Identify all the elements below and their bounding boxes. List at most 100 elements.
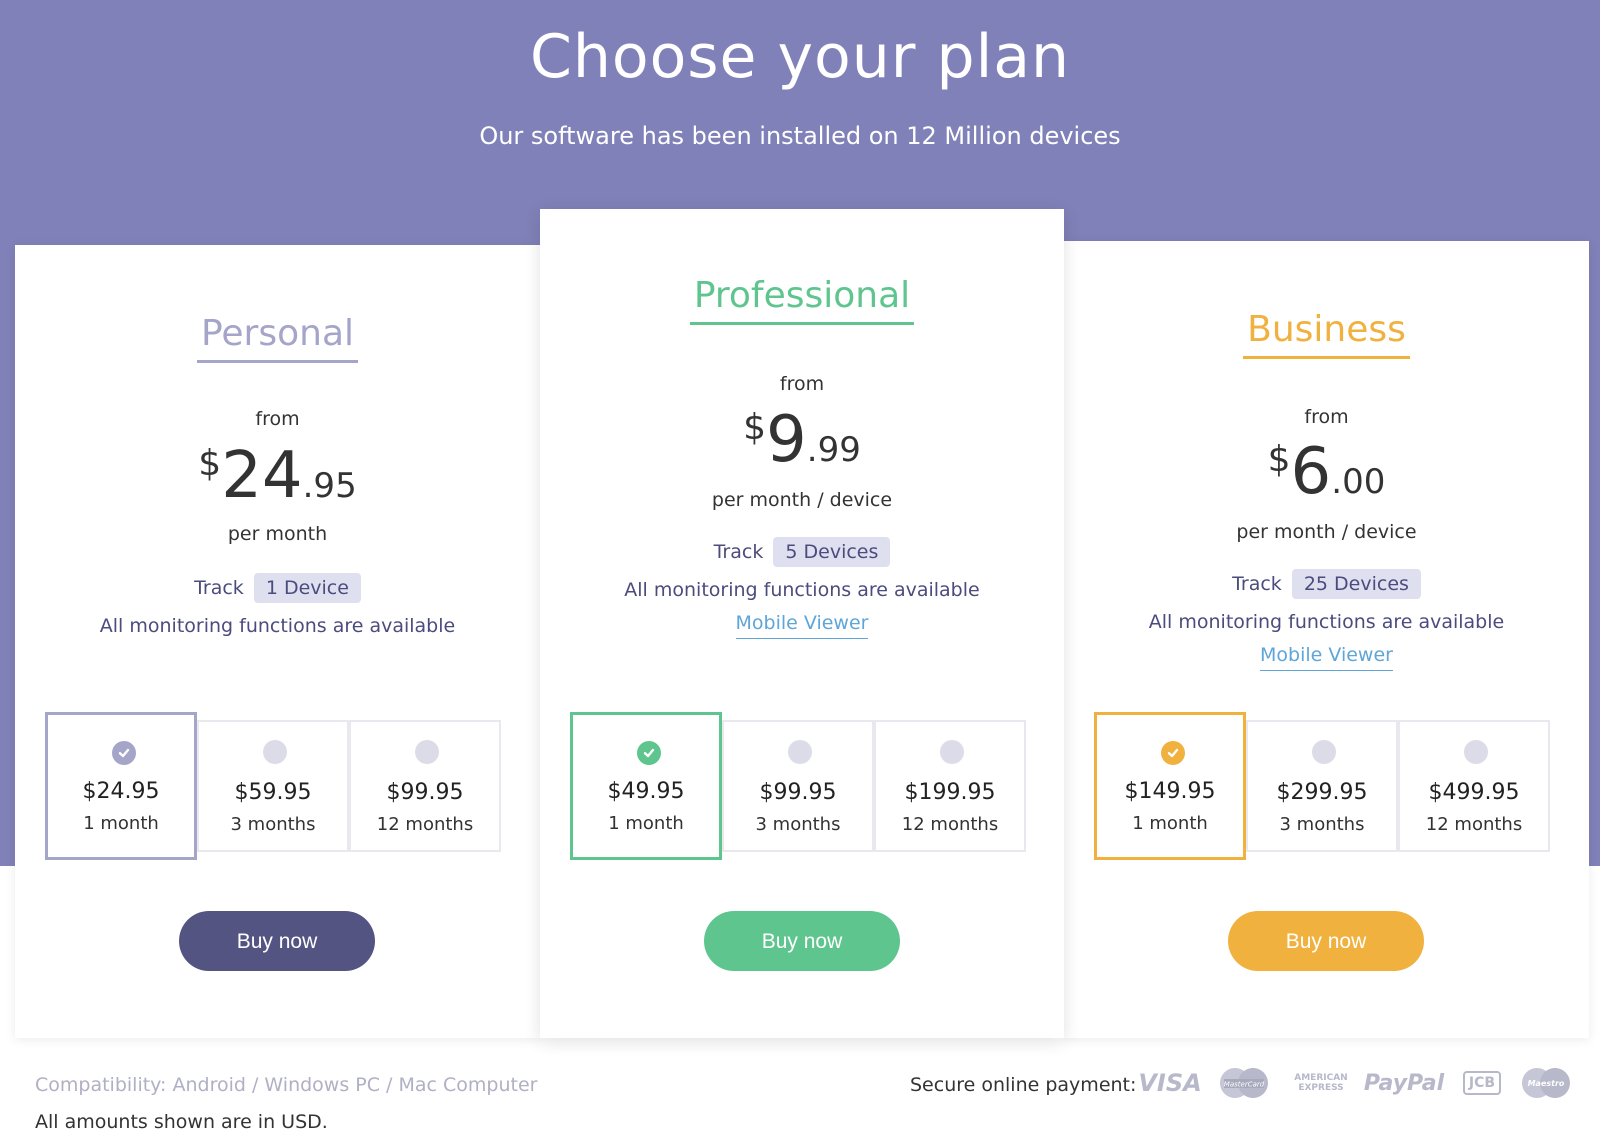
- plan-price: $6.00: [1064, 437, 1589, 507]
- price-period: per month / device: [711, 489, 893, 511]
- maestro-text: Maestro: [1528, 1079, 1565, 1088]
- billing-options: $149.95 1 month $299.95 3 months $499.95…: [1094, 712, 1550, 860]
- track-line: Track 5 Devices: [540, 537, 1064, 567]
- buy-now-button[interactable]: Buy now: [179, 911, 375, 971]
- price-cents: .00: [1331, 462, 1386, 502]
- from-label: from: [1304, 406, 1349, 428]
- radio-icon: [263, 740, 287, 764]
- mobile-viewer-wrap: Mobile Viewer: [540, 612, 1064, 639]
- mastercard-icon: MasterCard: [1218, 1064, 1270, 1102]
- plan-name-wrap: Business: [1064, 309, 1589, 359]
- billing-option-1-month[interactable]: $49.95 1 month: [570, 712, 722, 860]
- billing-option-3-months[interactable]: $59.95 3 months: [197, 720, 349, 852]
- option-period: 3 months: [755, 814, 841, 835]
- plan-name-wrap: Professional: [540, 275, 1064, 325]
- radio-icon: [415, 740, 439, 764]
- currency-note: All amounts shown are in USD.: [35, 1111, 328, 1133]
- billing-option-3-months[interactable]: $99.95 3 months: [722, 720, 874, 852]
- price-currency: $: [743, 407, 767, 448]
- functions-text: All monitoring functions are available: [99, 615, 456, 637]
- mastercard-text: MasterCard: [1224, 1081, 1265, 1089]
- radio-icon: [788, 740, 812, 764]
- radio-icon: [940, 740, 964, 764]
- option-amount: $99.95: [759, 780, 837, 805]
- buy-now-button[interactable]: Buy now: [704, 911, 900, 971]
- amex-icon: AMERICAN EXPRESS: [1288, 1064, 1354, 1102]
- option-amount: $49.95: [607, 779, 685, 804]
- plan-card-professional: Professional from $9.99 per month / devi…: [540, 209, 1064, 1038]
- billing-option-12-months[interactable]: $199.95 12 months: [874, 720, 1026, 852]
- billing-option-1-month[interactable]: $24.95 1 month: [45, 712, 197, 860]
- track-line: Track 1 Device: [15, 573, 540, 603]
- check-icon: [112, 741, 136, 765]
- billing-options: $24.95 1 month $59.95 3 months $99.95 12…: [45, 712, 501, 860]
- payment-label: Secure online payment:: [910, 1074, 1137, 1096]
- from-label: from: [779, 373, 825, 395]
- billing-option-12-months[interactable]: $99.95 12 months: [349, 720, 501, 852]
- price-cents: .99: [806, 430, 861, 470]
- plan-card-personal: Personal from $24.95 per month Track 1 D…: [15, 245, 540, 1038]
- devices-badge: 25 Devices: [1291, 569, 1421, 599]
- from-label: from: [255, 408, 300, 430]
- price-period: per month / device: [1236, 521, 1417, 543]
- visa-icon: VISA: [1138, 1069, 1202, 1097]
- option-period: 3 months: [1279, 814, 1365, 835]
- price-integer: 6: [1290, 435, 1332, 509]
- jcb-icon: JCB: [1458, 1064, 1506, 1102]
- option-period: 3 months: [230, 814, 316, 835]
- option-period: 12 months: [1425, 814, 1523, 835]
- plan-name: Business: [1243, 309, 1410, 359]
- plan-price: $9.99: [540, 405, 1064, 475]
- mobile-viewer-link[interactable]: Mobile Viewer: [735, 612, 869, 639]
- plan-price: $24.95: [15, 441, 540, 511]
- functions-text: All monitoring functions are available: [624, 579, 980, 601]
- mobile-viewer-wrap: Mobile Viewer: [1064, 644, 1589, 671]
- mobile-viewer-link[interactable]: Mobile Viewer: [1260, 644, 1393, 671]
- option-period: 12 months: [376, 814, 474, 835]
- price-currency: $: [1267, 439, 1291, 480]
- track-label: Track: [194, 577, 244, 599]
- functions-text: All monitoring functions are available: [1148, 611, 1505, 633]
- plan-name: Professional: [689, 275, 915, 325]
- track-line: Track 25 Devices: [1064, 569, 1589, 599]
- plan-card-business: Business from $6.00 per month / device T…: [1064, 241, 1589, 1038]
- option-amount: $299.95: [1276, 780, 1368, 805]
- paypal-icon: PayPal: [1363, 1070, 1445, 1096]
- plan-name-wrap: Personal: [15, 313, 540, 363]
- buy-now-button[interactable]: Buy now: [1228, 911, 1424, 971]
- option-period: 12 months: [901, 814, 999, 835]
- option-period: 1 month: [608, 813, 684, 834]
- billing-option-12-months[interactable]: $499.95 12 months: [1398, 720, 1550, 852]
- track-label: Track: [1232, 573, 1282, 595]
- billing-option-1-month[interactable]: $149.95 1 month: [1094, 712, 1246, 860]
- price-integer: 9: [766, 403, 807, 477]
- radio-icon: [1312, 740, 1336, 764]
- jcb-text: JCB: [1462, 1071, 1502, 1095]
- check-icon: [637, 741, 661, 765]
- page-title: Choose your plan: [529, 22, 1071, 92]
- option-amount: $199.95: [904, 780, 996, 805]
- price-currency: $: [198, 443, 222, 484]
- maestro-icon: Maestro: [1520, 1064, 1572, 1102]
- price-period: per month: [227, 523, 328, 545]
- devices-badge: 1 Device: [253, 573, 361, 603]
- option-amount: $99.95: [386, 780, 464, 805]
- track-label: Track: [713, 541, 764, 563]
- billing-options: $49.95 1 month $99.95 3 months $199.95 1…: [570, 712, 1026, 860]
- check-icon: [1161, 741, 1185, 765]
- billing-option-3-months[interactable]: $299.95 3 months: [1246, 720, 1398, 852]
- radio-icon: [1464, 740, 1488, 764]
- option-period: 1 month: [83, 813, 159, 834]
- option-amount: $499.95: [1428, 780, 1520, 805]
- price-integer: 24: [221, 439, 303, 513]
- option-amount: $59.95: [234, 780, 312, 805]
- option-period: 1 month: [1132, 813, 1208, 834]
- plan-name: Personal: [196, 313, 359, 363]
- price-cents: .95: [302, 466, 357, 506]
- option-amount: $149.95: [1124, 779, 1216, 804]
- devices-badge: 5 Devices: [773, 537, 891, 567]
- option-amount: $24.95: [82, 779, 160, 804]
- page-subtitle: Our software has been installed on 12 Mi…: [479, 122, 1121, 150]
- amex-text: AMERICAN EXPRESS: [1294, 1073, 1348, 1093]
- compatibility-text: Compatibility: Android / Windows PC / Ma…: [35, 1074, 538, 1096]
